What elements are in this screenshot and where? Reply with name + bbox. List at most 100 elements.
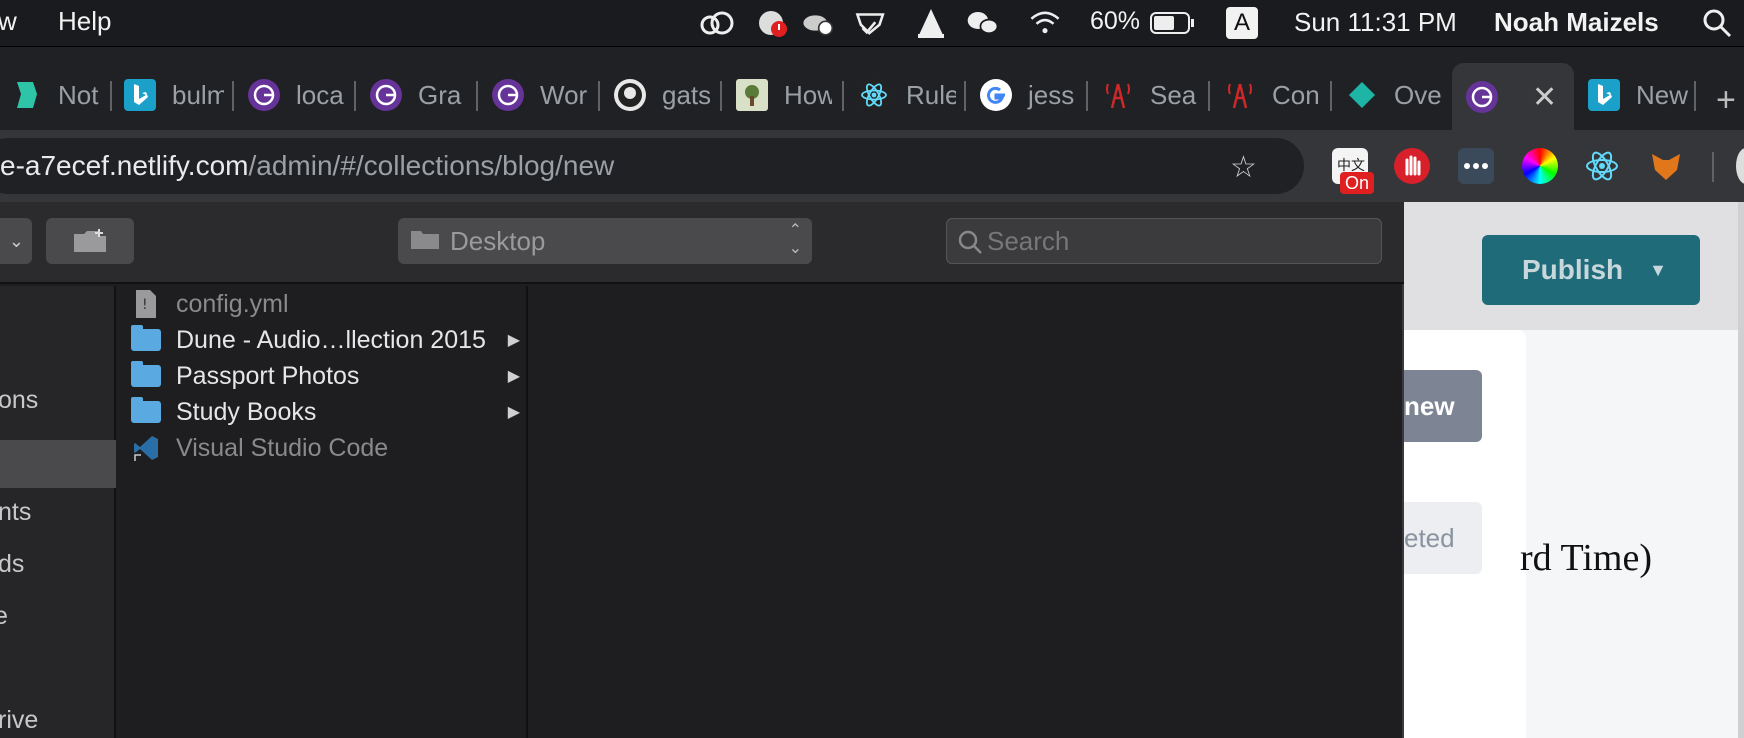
tab-10[interactable]: Con	[1224, 67, 1320, 123]
gatsby-icon	[248, 79, 280, 111]
tab-separator	[964, 81, 966, 111]
disclosure-arrow-icon: ▶	[507, 332, 520, 349]
tower-icon	[1224, 79, 1256, 111]
tab-6[interactable]: How	[736, 67, 832, 123]
publish-button[interactable]: Publish ▼	[1482, 235, 1700, 305]
file-row-dune-folder[interactable]: Dune - Audio…llection 2015 ▶	[118, 322, 528, 358]
wechat-icon[interactable]	[966, 6, 1000, 40]
url-host: e-a7ecef.netlify.com	[0, 150, 249, 181]
react-devtools-icon[interactable]	[1584, 148, 1620, 184]
date-preview-text: rd Time)	[1520, 537, 1652, 579]
backup-alert-icon[interactable]	[756, 6, 790, 40]
file-column: ! config.yml Dune - Audio…llection 2015 …	[118, 286, 528, 738]
metamask-fox-icon[interactable]	[1648, 148, 1684, 184]
tab-title: gats	[662, 79, 710, 110]
sidebar-item-applications[interactable]: ons	[0, 386, 38, 415]
battery-icon[interactable]	[1150, 6, 1196, 40]
tab-7[interactable]: Rule	[858, 67, 956, 123]
folder-icon	[130, 325, 162, 353]
tree-icon	[736, 79, 768, 111]
battery-percentage: 60%	[1090, 7, 1141, 35]
yaml-file-icon: !	[130, 290, 162, 318]
new-folder-button[interactable]	[46, 218, 134, 264]
file-open-dialog: ⌄ Desktop ⌃ ⌄ Search ons nts ds e rive ! …	[0, 202, 1404, 738]
google-icon	[980, 79, 1012, 111]
extension-badge: On	[1340, 172, 1375, 194]
vlc-icon[interactable]	[914, 6, 948, 40]
tab-title: Wor	[540, 79, 588, 110]
file-row-studybooks-folder[interactable]: Study Books ▶	[118, 394, 528, 430]
tab-13[interactable]: New	[1588, 67, 1694, 123]
view-options-button[interactable]: ⌄	[0, 218, 32, 264]
more-dots-icon[interactable]	[1458, 148, 1494, 184]
tab-title: How	[784, 79, 832, 110]
spotlight-search-icon[interactable]	[1700, 6, 1734, 40]
vpn-shield-icon[interactable]	[854, 6, 888, 40]
tab-5[interactable]: gats	[614, 67, 710, 123]
search-field[interactable]: Search	[946, 218, 1382, 264]
tab-title: Ove	[1394, 79, 1442, 110]
tab-9[interactable]: Sea	[1102, 67, 1198, 123]
tab-title: Noti	[58, 79, 100, 110]
sidebar-item-partial[interactable]: e	[0, 602, 8, 631]
tab-1[interactable]: bulm	[124, 67, 224, 123]
svg-text:!: !	[142, 297, 148, 313]
tab-separator	[598, 81, 600, 111]
tab-3[interactable]: Gra	[370, 67, 466, 123]
location-popup[interactable]: Desktop ⌃ ⌄	[398, 218, 812, 264]
menu-item-window[interactable]: w	[0, 6, 17, 37]
creative-cloud-icon[interactable]	[700, 6, 734, 40]
menu-bar-clock[interactable]: Sun 11:31 PM	[1294, 7, 1457, 38]
sidebar-item-documents[interactable]: nts	[0, 498, 31, 527]
preview-column	[530, 286, 1402, 738]
tab-title: Gra	[418, 79, 462, 110]
profile-avatar[interactable]	[1736, 148, 1744, 184]
close-tab-icon[interactable]: ✕	[1532, 80, 1557, 115]
input-source-indicator[interactable]: A	[1226, 7, 1258, 39]
folder-icon	[130, 361, 162, 389]
user-account-name[interactable]: Noah Maizels	[1494, 7, 1659, 38]
color-picker-icon[interactable]	[1522, 148, 1558, 184]
tab-title: bulm	[172, 79, 224, 110]
new-tab-plus-icon[interactable]: +	[1716, 81, 1736, 120]
cloud-sync-icon[interactable]	[800, 6, 834, 40]
menu-item-help[interactable]: Help	[58, 6, 111, 37]
wifi-icon[interactable]	[1028, 6, 1062, 40]
file-name: Passport Photos	[176, 361, 360, 390]
tab-title: Sea	[1150, 79, 1197, 110]
tab-separator	[842, 81, 844, 111]
file-name: Visual Studio Code	[176, 433, 389, 462]
folder-icon	[410, 226, 440, 257]
tab-title: Rule	[906, 79, 956, 110]
tab-title: New	[1636, 79, 1689, 110]
new-button[interactable]: new	[1404, 370, 1482, 442]
sidebar-item-drive[interactable]: rive	[0, 706, 38, 735]
github-icon	[614, 79, 646, 111]
tab-11[interactable]: Ove	[1346, 67, 1442, 123]
tab-0[interactable]: Noti	[10, 67, 100, 123]
file-name: Study Books	[176, 397, 317, 426]
tab-8[interactable]: jess	[980, 67, 1076, 123]
up-down-arrows-icon: ⌃ ⌄	[788, 222, 802, 257]
sidebar-selected-item[interactable]	[0, 440, 116, 488]
bookmark-star-icon[interactable]: ☆	[1230, 150, 1257, 185]
file-row-vscode-alias[interactable]: Visual Studio Code	[118, 430, 528, 466]
file-row-config[interactable]: ! config.yml	[118, 286, 528, 322]
screen: { "menubar": { "menu_partial": "w", "hel…	[0, 0, 1744, 738]
dialog-sidebar: ons nts ds e rive	[0, 286, 116, 738]
file-row-passport-folder[interactable]: Passport Photos ▶	[118, 358, 528, 394]
gatsby-icon	[492, 79, 524, 111]
file-name: config.yml	[176, 289, 289, 318]
bing-icon	[1588, 79, 1620, 111]
new-folder-icon	[74, 229, 106, 252]
tab-12-active[interactable]: ✕	[1452, 63, 1574, 131]
tab-4[interactable]: Wor	[492, 67, 588, 123]
tab-title: Con	[1272, 79, 1320, 110]
url-text[interactable]: e-a7ecef.netlify.com/admin/#/collections…	[0, 150, 614, 182]
dialog-toolbar: ⌄ Desktop ⌃ ⌄ Search	[0, 202, 1404, 284]
sidebar-item-downloads[interactable]: ds	[0, 550, 24, 579]
address-bar[interactable]: e-a7ecef.netlify.com/admin/#/collections…	[0, 138, 1304, 194]
delete-button[interactable]: eted	[1404, 502, 1482, 574]
tab-2[interactable]: loca	[248, 67, 344, 123]
stop-hand-icon[interactable]	[1394, 148, 1430, 184]
